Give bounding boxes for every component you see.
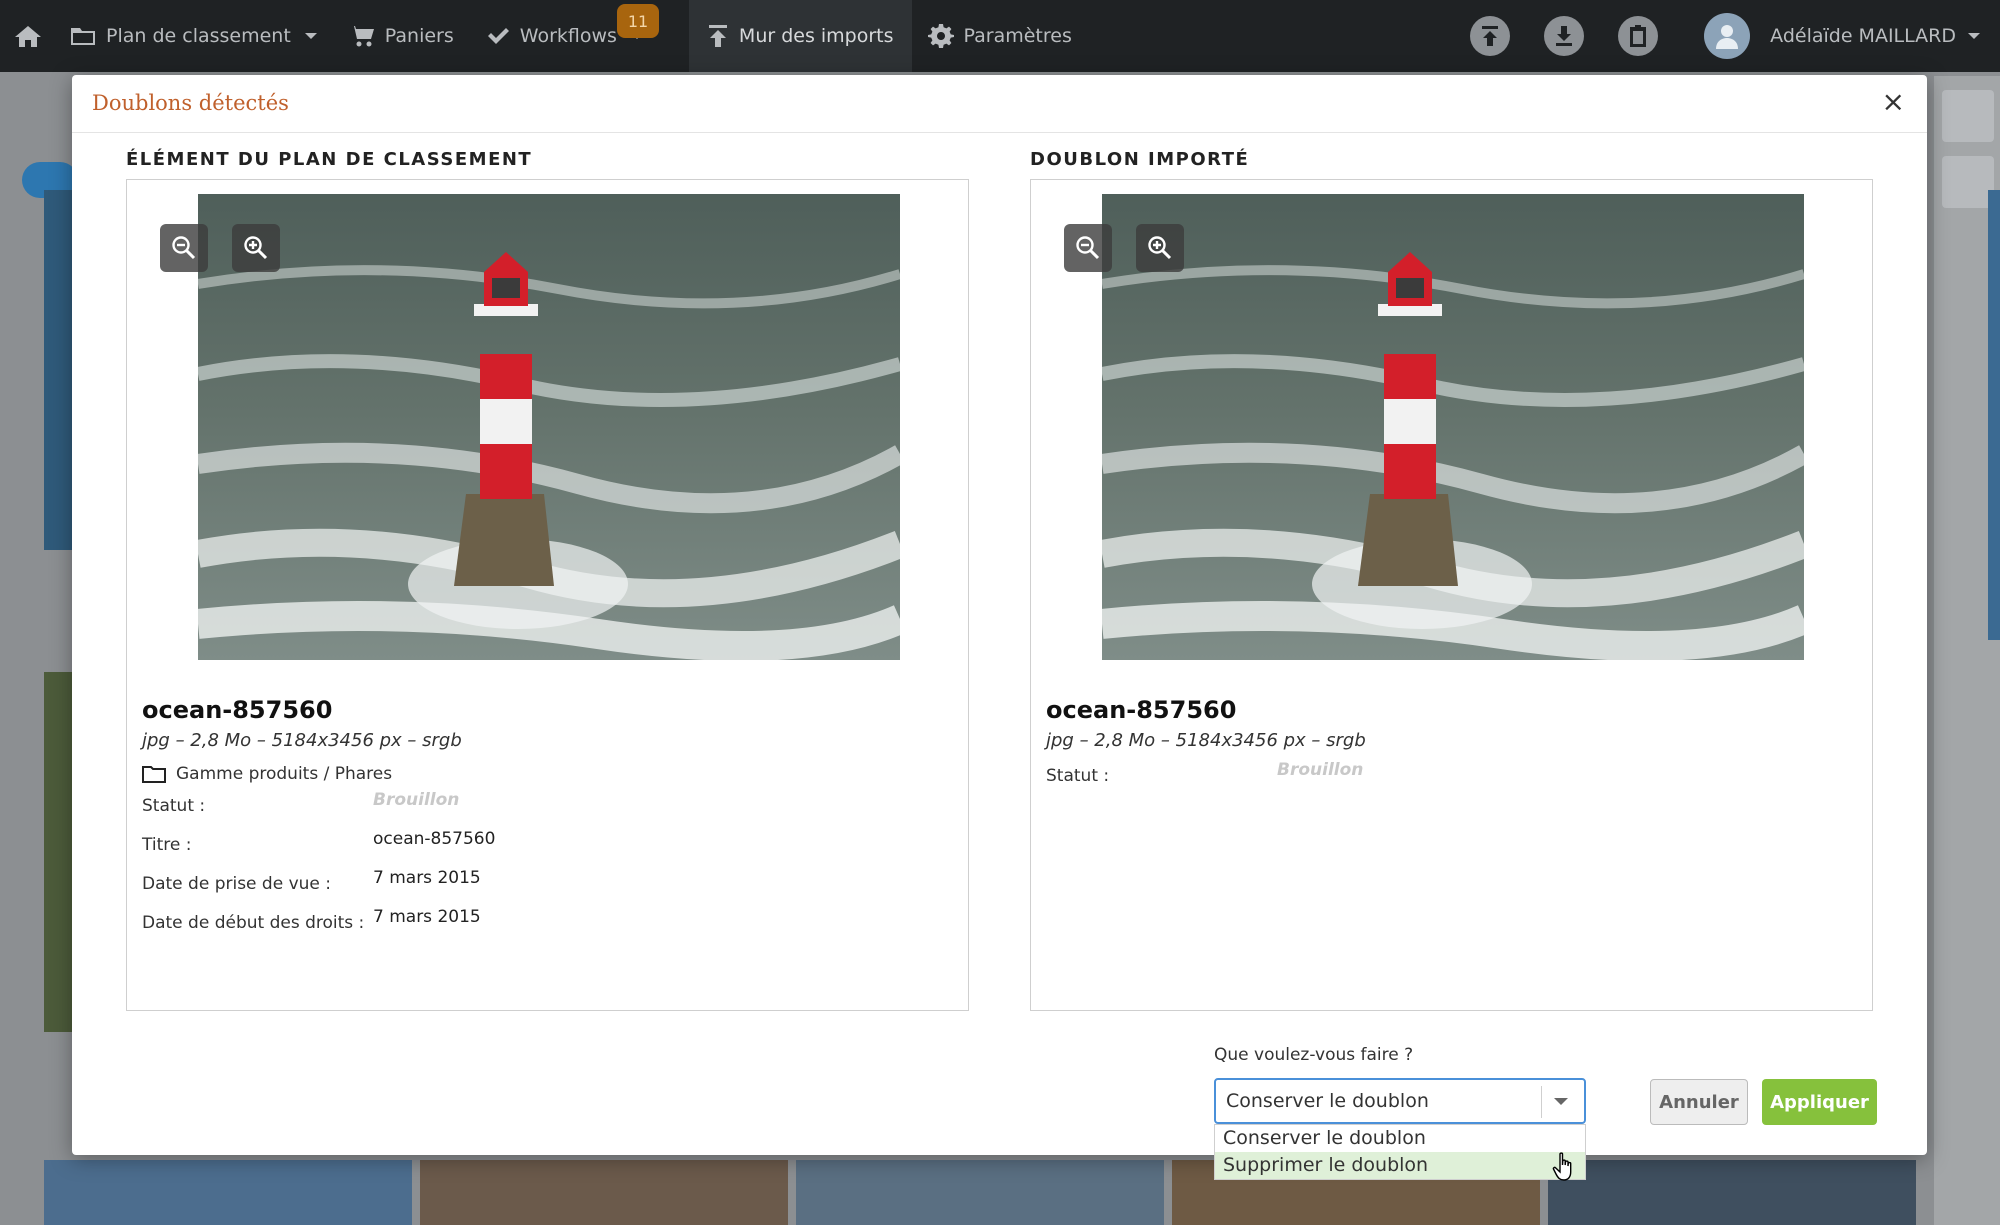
upload-icon: [708, 25, 727, 47]
zoom-out-button[interactable]: [1064, 224, 1112, 272]
background-thumbnail: [420, 1160, 788, 1225]
top-nav: Plan de classement Paniers Workflows 11 …: [0, 0, 2000, 72]
avatar[interactable]: [1704, 13, 1751, 59]
chevron-down-icon[interactable]: [1554, 1098, 1568, 1105]
status-badge: Brouillon: [373, 790, 460, 810]
duplicates-modal: Doublons détectés × ÉLÉMENT DU PLAN DE C…: [72, 75, 1927, 1180]
background-thumbnail: [1548, 1160, 1916, 1225]
nav-paniers[interactable]: Paniers: [333, 0, 470, 72]
clipboard-action-button[interactable]: [1618, 16, 1659, 56]
zoom-in-icon: [244, 236, 268, 260]
folder-icon: [1942, 90, 1994, 142]
close-icon[interactable]: ×: [1882, 87, 1905, 117]
clipboard-icon: [1630, 25, 1647, 47]
upload-icon: [1482, 26, 1499, 46]
user-name[interactable]: Adélaïde MAILLARD: [1770, 25, 1956, 47]
rights-start-value: 7 mars 2015: [373, 907, 481, 927]
upload-action-button[interactable]: [1470, 16, 1511, 56]
path-text: Gamme produits / Phares: [176, 764, 393, 784]
classification-path[interactable]: Gamme produits / Phares: [142, 764, 392, 784]
imported-duplicate-card: ocean-857560 jpg – 2,8 Mo – 5184x3456 px…: [1030, 179, 1873, 1011]
nav-label: Paramètres: [963, 25, 1072, 47]
download-icon: [1556, 26, 1573, 46]
nav-label: Workflows: [519, 25, 617, 47]
nav-label: Plan de classement: [106, 25, 291, 47]
file-meta: jpg – 2,8 Mo – 5184x3456 px – srgb: [1046, 730, 1366, 751]
folder-icon: [142, 766, 166, 783]
modal-title: Doublons détectés: [92, 91, 289, 115]
folder-icon: [71, 28, 95, 45]
apply-button[interactable]: Appliquer: [1762, 1079, 1877, 1125]
nav-label: Mur des imports: [738, 25, 894, 47]
nav-plan-de-classement[interactable]: Plan de classement: [54, 0, 333, 72]
status-badge: Brouillon: [1277, 760, 1364, 780]
nav-right: Adélaïde MAILLARD: [1470, 0, 1980, 72]
file-meta: jpg – 2,8 Mo – 5184x3456 px – srgb: [142, 730, 462, 751]
modal-header: Doublons détectés ×: [72, 75, 1927, 133]
action-question: Que voulez-vous faire ?: [1214, 1045, 1414, 1065]
nav-mur-des-imports[interactable]: Mur des imports: [688, 0, 912, 72]
lighthouse-image: [198, 194, 900, 660]
status-label: Statut :: [142, 796, 206, 816]
background-thumbnail: [44, 1160, 412, 1225]
nav-label: Paniers: [384, 25, 454, 47]
select-divider: [1541, 1086, 1542, 1118]
action-select[interactable]: Conserver le doublon: [1214, 1078, 1586, 1124]
file-name: ocean-857560: [142, 696, 333, 724]
nav-home[interactable]: [0, 0, 54, 72]
check-icon: [487, 28, 509, 44]
lighthouse-image: [1102, 194, 1804, 660]
zoom-out-icon: [172, 236, 196, 260]
right-column-heading: DOUBLON IMPORTÉ: [1030, 149, 1250, 170]
download-action-button[interactable]: [1544, 16, 1585, 56]
home-icon: [15, 26, 41, 47]
status-label: Statut :: [1046, 766, 1110, 786]
title-label: Titre :: [142, 835, 192, 855]
cart-icon: [349, 26, 374, 47]
zoom-out-button[interactable]: [160, 224, 208, 272]
shot-date-label: Date de prise de vue :: [142, 874, 331, 894]
title-value: ocean-857560: [373, 829, 496, 849]
shot-date-value: 7 mars 2015: [373, 868, 481, 888]
background-thumbnail: [44, 672, 74, 1032]
scrollbar[interactable]: [1988, 190, 2000, 640]
background-thumbnail: [796, 1160, 1164, 1225]
file-name: ocean-857560: [1046, 696, 1237, 724]
zoom-in-button[interactable]: [232, 224, 280, 272]
chevron-down-icon[interactable]: [1968, 33, 1980, 39]
cart-icon: [1942, 156, 1994, 208]
zoom-in-button[interactable]: [1136, 224, 1184, 272]
action-dropdown: Conserver le doublon Supprimer le doublo…: [1214, 1124, 1586, 1180]
rights-start-label: Date de début des droits :: [142, 913, 365, 933]
action-select-value: Conserver le doublon: [1226, 1090, 1429, 1112]
hand-cursor-icon: [1552, 1152, 1572, 1181]
option-keep-duplicate[interactable]: Conserver le doublon: [1215, 1125, 1585, 1152]
zoom-in-icon: [1148, 236, 1172, 260]
left-column-heading: ÉLÉMENT DU PLAN DE CLASSEMENT: [126, 149, 533, 170]
gear-icon: [927, 24, 954, 48]
cancel-button[interactable]: Annuler: [1650, 1079, 1748, 1125]
user-icon: [1716, 25, 1739, 49]
option-delete-duplicate[interactable]: Supprimer le doublon: [1215, 1152, 1585, 1179]
classification-element-card: ocean-857560 jpg – 2,8 Mo – 5184x3456 px…: [126, 179, 969, 1011]
nav-parametres[interactable]: Paramètres: [912, 0, 1088, 72]
zoom-out-icon: [1076, 236, 1100, 260]
chevron-down-icon: [304, 33, 317, 39]
background-thumbnail: [44, 190, 74, 550]
workflows-badge: 11: [617, 4, 659, 38]
